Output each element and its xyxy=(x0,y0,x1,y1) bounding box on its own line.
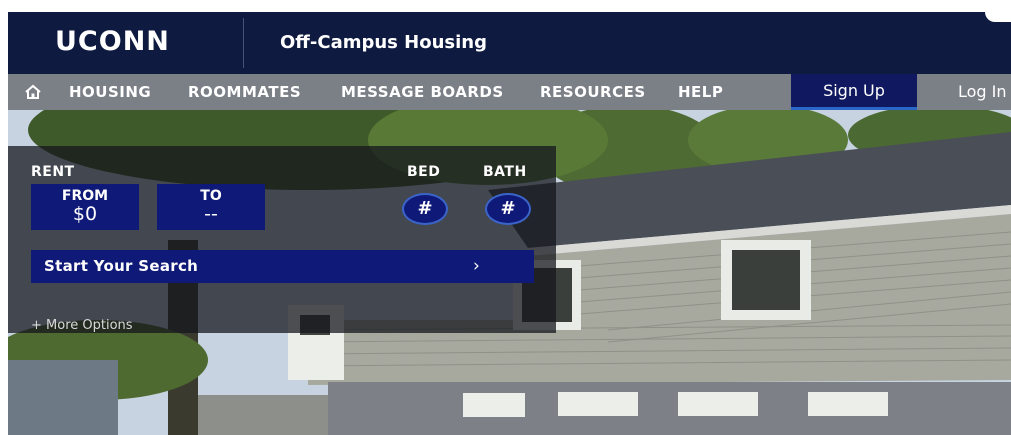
more-options-link[interactable]: + More Options xyxy=(31,318,133,333)
home-icon[interactable] xyxy=(22,81,44,103)
rent-from-field[interactable]: FROM $0 xyxy=(31,184,139,230)
rent-to-field[interactable]: TO -- xyxy=(157,184,265,230)
rent-from-label: FROM xyxy=(61,188,109,204)
search-panel: RENT BED BATH FROM $0 TO -- # # Start Yo… xyxy=(8,146,556,333)
uconn-logo[interactable]: UCONN xyxy=(55,26,170,57)
chevron-right-icon: › xyxy=(473,256,480,276)
nav-housing[interactable]: HOUSING xyxy=(69,74,151,110)
nav-resources[interactable]: RESOURCES xyxy=(540,74,646,110)
header-divider xyxy=(243,18,244,68)
header-corner xyxy=(985,12,1011,22)
site-header: UCONN Off-Campus Housing xyxy=(8,12,1011,74)
start-search-label: Start Your Search xyxy=(44,257,199,275)
start-search-button[interactable]: Start Your Search › xyxy=(31,250,534,283)
nav-message-boards[interactable]: MESSAGE BOARDS xyxy=(341,74,504,110)
nav-help[interactable]: HELP xyxy=(678,74,723,110)
bed-select[interactable]: # xyxy=(402,193,448,225)
rent-to-label: TO xyxy=(200,188,222,204)
bath-label: BATH xyxy=(483,164,527,180)
page-frame: UCONN Off-Campus Housing HOUSING ROOMMAT… xyxy=(8,12,1011,435)
rent-label: RENT xyxy=(31,164,75,180)
bed-label: BED xyxy=(407,164,441,180)
sign-up-button[interactable]: Sign Up xyxy=(791,74,917,110)
bath-select[interactable]: # xyxy=(485,193,531,225)
main-nav: HOUSING ROOMMATES MESSAGE BOARDS RESOURC… xyxy=(8,74,1011,110)
log-in-link[interactable]: Log In xyxy=(958,74,1007,110)
rent-to-value: -- xyxy=(204,203,218,225)
rent-from-value: $0 xyxy=(72,203,98,225)
site-title[interactable]: Off-Campus Housing xyxy=(280,32,487,53)
nav-roommates[interactable]: ROOMMATES xyxy=(188,74,301,110)
